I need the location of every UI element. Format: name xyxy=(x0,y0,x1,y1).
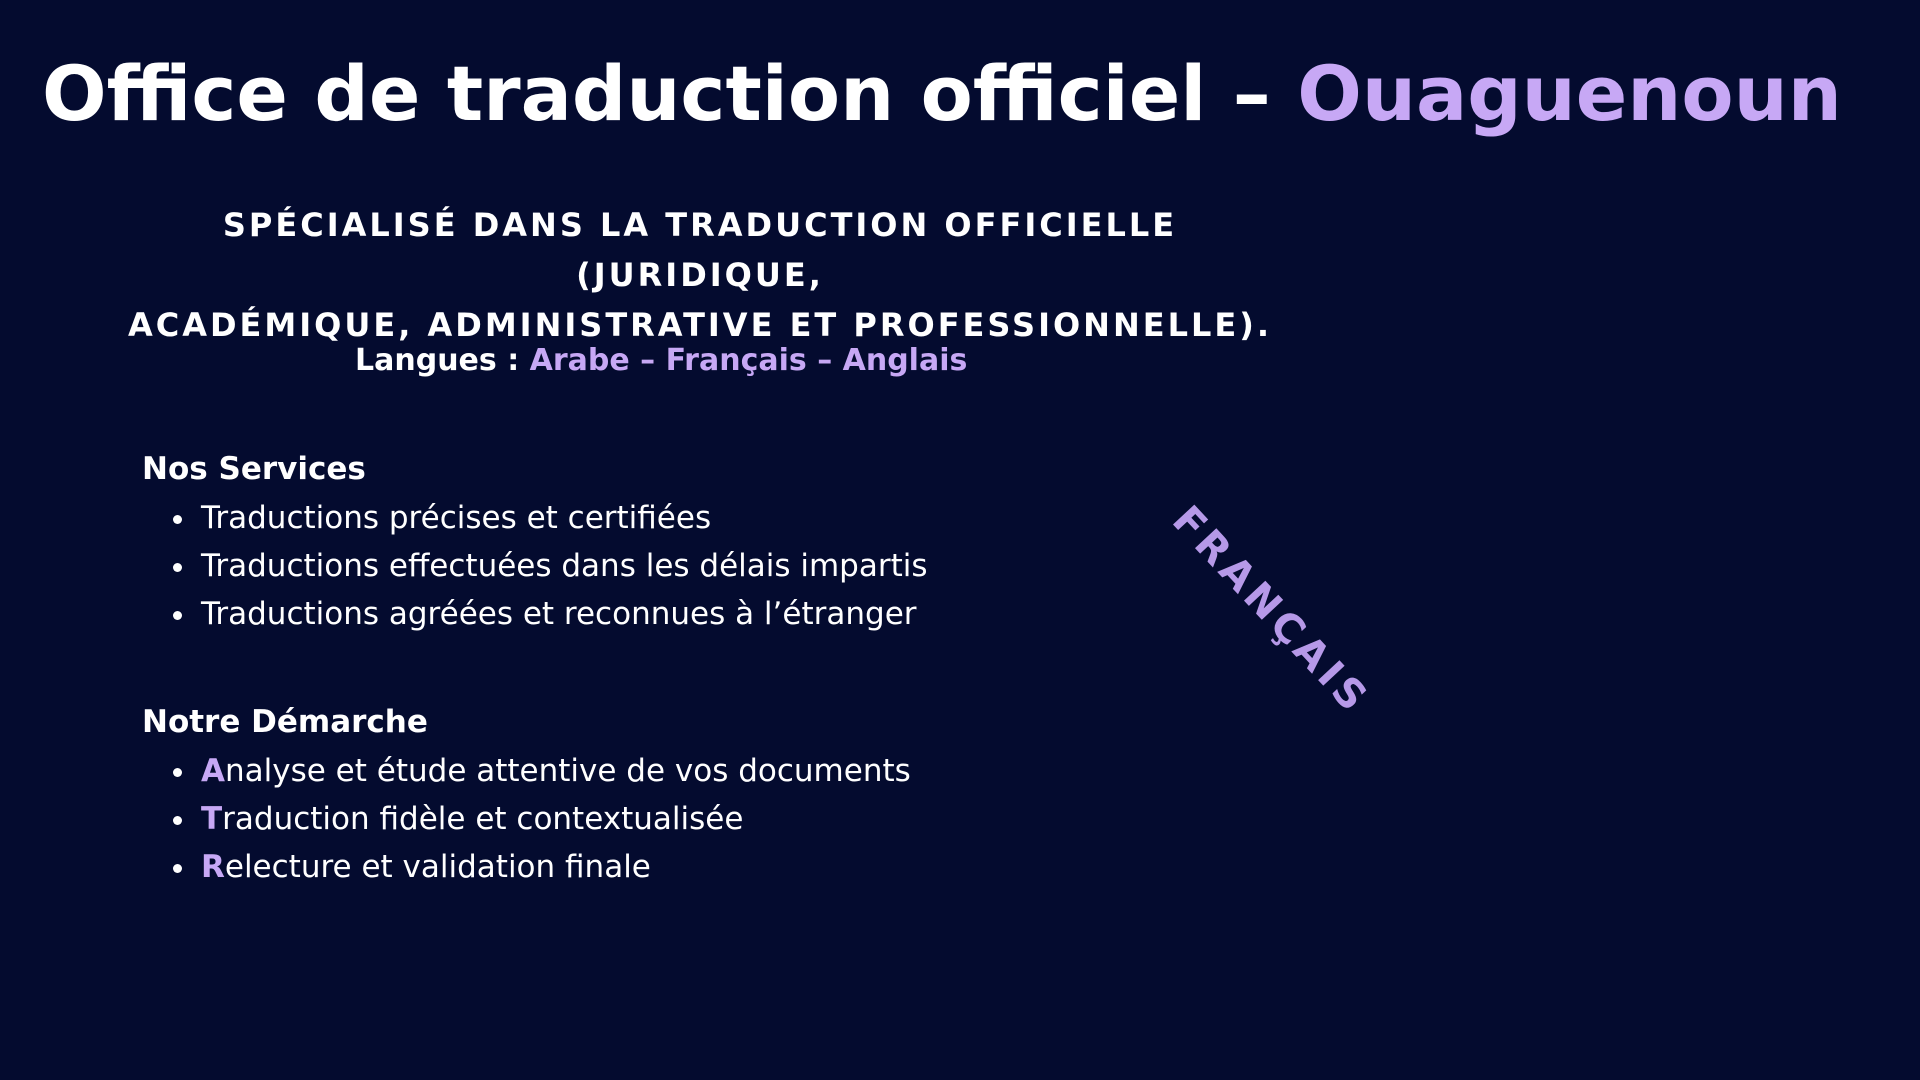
step-text: raduction fidèle et contextualisée xyxy=(222,801,744,837)
list-item: Traduction fidèle et contextualisée xyxy=(170,795,911,843)
demarche-heading: Notre Démarche xyxy=(142,704,428,740)
subtitle-line-2: ACADÉMIQUE, ADMINISTRATIVE ET PROFESSION… xyxy=(127,306,1273,344)
list-item-text: Traductions effectuées dans les délais i… xyxy=(201,548,928,584)
services-list: Traductions précises et certifiées Tradu… xyxy=(170,494,928,638)
title-main: Office de traduction officiel – xyxy=(42,49,1298,138)
list-item-text: Traductions agréées et reconnues à l’étr… xyxy=(201,596,917,632)
services-heading: Nos Services xyxy=(142,451,366,487)
step-initial: T xyxy=(201,801,223,837)
list-item: Relecture et validation finale xyxy=(170,843,911,891)
list-item: Traductions effectuées dans les délais i… xyxy=(170,542,928,590)
list-item-text: Traductions précises et certifiées xyxy=(201,500,712,536)
languages-label: Langues : xyxy=(355,343,530,378)
page-title: Office de traduction officiel – Ouagueno… xyxy=(42,48,1842,140)
language-stamp: FRANÇAIS xyxy=(1163,497,1379,724)
subtitle: SPÉCIALISÉ DANS LA TRADUCTION OFFICIELLE… xyxy=(100,200,1300,350)
list-item: Analyse et étude attentive de vos docume… xyxy=(170,747,911,795)
step-initial: R xyxy=(201,849,225,885)
step-text: nalyse et étude attentive de vos documen… xyxy=(225,753,911,789)
step-initial: A xyxy=(201,753,225,789)
list-item: Traductions agréées et reconnues à l’étr… xyxy=(170,590,928,638)
subtitle-line-1: SPÉCIALISÉ DANS LA TRADUCTION OFFICIELLE… xyxy=(222,206,1178,294)
step-text: electure et validation finale xyxy=(224,849,651,885)
list-item: Traductions précises et certifiées xyxy=(170,494,928,542)
title-accent: Ouaguenoun xyxy=(1297,49,1842,138)
languages-line: Langues : Arabe – Français – Anglais xyxy=(355,340,967,382)
languages-values: Arabe – Français – Anglais xyxy=(529,343,968,378)
demarche-list: Analyse et étude attentive de vos docume… xyxy=(170,747,911,891)
